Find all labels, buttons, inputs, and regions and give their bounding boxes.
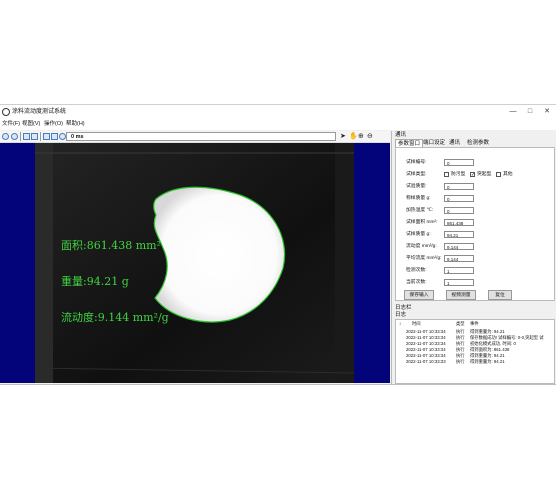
save-input-button[interactable]: 保存输入 (404, 290, 434, 300)
fluidity-input[interactable]: 9.144 (444, 243, 474, 250)
app-icon (2, 108, 10, 116)
window-title: 涂料流动度测试系统 (12, 109, 67, 115)
reset-button[interactable]: 复位 (488, 290, 512, 300)
tab-port-settings[interactable]: 端口设定 (421, 139, 447, 147)
field-label: 试验质量: (406, 184, 427, 189)
field-label: 平均流度 mm²/g: (406, 256, 442, 261)
sample-image (35, 143, 354, 383)
pointer-icon[interactable]: ➤ (340, 132, 346, 141)
log-panel-header: 日志栏 (395, 305, 412, 311)
stop-icon[interactable] (11, 133, 18, 140)
menu-view[interactable]: 视图(V) (22, 119, 40, 130)
panel-header: 通讯 (395, 132, 407, 138)
type-option-checkbox[interactable] (496, 172, 501, 177)
parameter-form: 试样编号: 0 试样类型: 防污型 ✓ 突起型 其他 试验质量: 0 称样质量 … (395, 147, 555, 301)
field-label: 试样面积 mm²: (406, 220, 438, 225)
test-mass-input[interactable]: 0 (444, 183, 474, 190)
log-type: 执行 (456, 359, 465, 364)
menu-file[interactable]: 文件(F) (2, 119, 20, 130)
maximize-button[interactable]: □ (522, 105, 538, 119)
field-label: 流动度 mm²/g: (406, 244, 437, 249)
type-option-checkbox[interactable]: ✓ (470, 172, 475, 178)
zoom-out-icon[interactable]: ⊖ (367, 132, 373, 141)
log-row-marker: ↕ (399, 321, 402, 326)
menu-bar: 文件(F) 视图(V) 操作(O) 帮助(H) (0, 119, 556, 130)
log-list[interactable]: ↕ 时间 类型 事件 2022-11-07 10:33:34 执行 得到重量为:… (395, 319, 555, 384)
log-col-event: 事件 (470, 321, 479, 326)
type-option-label: 防污型 (451, 172, 466, 177)
heating-temp-input[interactable]: 0 (444, 207, 474, 214)
image-viewer[interactable]: 面积:861.438 mm² 重量:94.21 g 流动度:9.144 mm²/… (0, 143, 390, 383)
current-count-input[interactable]: 1 (444, 279, 474, 286)
fit-icon[interactable] (31, 133, 38, 140)
average-fluidity-input[interactable]: 9.144 (444, 255, 474, 262)
weighing-mass-input[interactable]: 0 (444, 195, 474, 202)
field-label: 试样类型: (406, 172, 427, 177)
search-icon[interactable] (23, 133, 30, 140)
sample-weight-input[interactable]: 94.21 (444, 231, 474, 238)
image-icon[interactable] (43, 133, 50, 140)
parameter-panel: 通讯 参数窗口 端口设定 通讯 检测参数 试样编号: 0 试样类型: 防污型 ✓… (391, 131, 556, 384)
field-label: 试样质量 g: (406, 232, 431, 237)
hand-icon[interactable]: ✋ (349, 132, 358, 141)
title-bar: 涂料流动度测试系统 — □ ✕ (0, 105, 556, 119)
test-count-input[interactable]: 1 (444, 267, 474, 274)
type-option-label: 其他 (503, 172, 513, 177)
zoom-field[interactable]: 0 ms (66, 132, 336, 141)
menu-operate[interactable]: 操作(O) (44, 119, 63, 130)
video-measure-button[interactable]: 视频测量 (446, 290, 476, 300)
capture-icon[interactable] (2, 133, 9, 140)
weight-measurement: 重量:94.21 g (61, 275, 129, 288)
toolbar: 0 ms ➤ ✋ ⊕ ⊖ (0, 131, 390, 143)
log-col-time: 时间 (412, 321, 421, 326)
zoom-in-icon[interactable]: ⊕ (358, 132, 364, 141)
camera-image: 面积:861.438 mm² 重量:94.21 g 流动度:9.144 mm²/… (35, 143, 354, 383)
application-window: 涂料流动度测试系统 — □ ✕ 文件(F) 视图(V) 操作(O) 帮助(H) … (0, 104, 556, 385)
log-event: 得到重量为: 94.21 (470, 359, 505, 364)
menu-help[interactable]: 帮助(H) (66, 119, 85, 130)
log-col-type: 类型 (456, 321, 465, 326)
area-measurement: 面积:861.438 mm² (61, 239, 161, 252)
field-label: 加热温度 ℃: (406, 208, 434, 213)
type-option-label: 突起型 (477, 172, 492, 177)
toolbar-divider (20, 132, 21, 141)
type-option-checkbox[interactable] (444, 172, 449, 177)
sample-number-input[interactable]: 0 (444, 159, 474, 166)
sample-area-input[interactable]: 861.438 (444, 219, 474, 226)
log-title: 日志 (395, 312, 407, 318)
minimize-button[interactable]: — (505, 105, 521, 119)
field-label: 称样质量 g: (406, 196, 431, 201)
field-label: 检测次数: (406, 268, 427, 273)
tab-communication[interactable]: 通讯 (447, 139, 462, 147)
field-label: 当前次数: (406, 280, 427, 285)
toolbar-divider (40, 132, 41, 141)
settings-icon[interactable] (59, 133, 66, 140)
tab-detection-params[interactable]: 检测参数 (465, 139, 491, 147)
fluidity-measurement: 流动度:9.144 mm²/g (61, 311, 169, 324)
folder-icon[interactable] (51, 133, 58, 140)
field-label: 试样编号: (406, 160, 427, 165)
log-time: 2022-11-07 10:33:33 (406, 359, 446, 364)
close-button[interactable]: ✕ (539, 105, 555, 119)
